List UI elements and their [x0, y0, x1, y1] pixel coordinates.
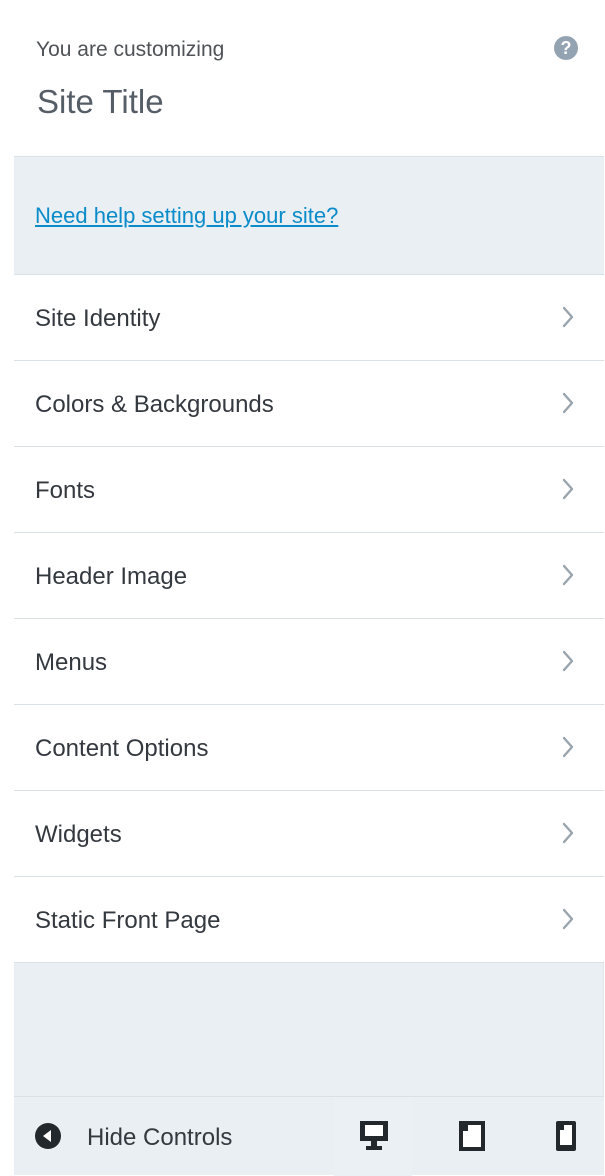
hide-controls-label: Hide Controls — [87, 1124, 233, 1151]
menu-item-label: Colors & Backgrounds — [35, 391, 274, 418]
preview-tablet-button[interactable] — [432, 1097, 510, 1176]
menu-item-label: Fonts — [35, 477, 96, 504]
chevron-right-icon — [562, 736, 574, 758]
preview-mobile-button[interactable] — [526, 1097, 604, 1176]
menu-item-colors-backgrounds[interactable]: Colors & Backgrounds — [14, 361, 604, 447]
chevron-right-icon — [562, 908, 574, 930]
menu-item-label: Content Options — [35, 735, 209, 762]
tablet-icon — [459, 1121, 485, 1151]
chevron-right-icon — [562, 478, 574, 500]
menu-item-site-identity[interactable]: Site Identity — [14, 275, 604, 361]
customizing-label: You are customizing — [36, 38, 225, 61]
customizer-header: You are customizing Site Title ? — [14, 0, 604, 157]
menu-item-label: Widgets — [35, 821, 122, 848]
menu-item-header-image[interactable]: Header Image — [14, 533, 604, 619]
chevron-right-icon — [562, 306, 574, 328]
menu-item-label: Static Front Page — [35, 907, 221, 934]
preview-desktop-button[interactable] — [334, 1097, 412, 1176]
customizer-panel: You are customizing Site Title ? Need he… — [14, 0, 604, 1176]
menu-item-label: Menus — [35, 649, 108, 676]
help-link[interactable]: Need help setting up your site? — [35, 203, 338, 229]
chevron-right-icon — [562, 822, 574, 844]
customizer-menu: Site Identity Colors & Backgrounds Fonts… — [14, 275, 604, 963]
menu-item-label: Header Image — [35, 563, 188, 590]
menu-item-menus[interactable]: Menus — [14, 619, 604, 705]
mobile-icon — [556, 1121, 576, 1151]
chevron-right-icon — [562, 650, 574, 672]
menu-item-label: Site Identity — [35, 305, 161, 332]
chevron-right-icon — [562, 392, 574, 414]
help-icon[interactable]: ? — [554, 36, 578, 60]
menu-item-widgets[interactable]: Widgets — [14, 791, 604, 877]
menu-item-content-options[interactable]: Content Options — [14, 705, 604, 791]
site-title: Site Title — [37, 83, 164, 120]
device-preview-switcher — [334, 1097, 604, 1176]
desktop-icon — [360, 1121, 388, 1150]
arrow-left-circle-icon — [35, 1123, 61, 1149]
menu-item-static-front-page[interactable]: Static Front Page — [14, 877, 604, 963]
menu-item-fonts[interactable]: Fonts — [14, 447, 604, 533]
customizer-footer: Hide Controls — [14, 1096, 604, 1176]
chevron-right-icon — [562, 564, 574, 586]
